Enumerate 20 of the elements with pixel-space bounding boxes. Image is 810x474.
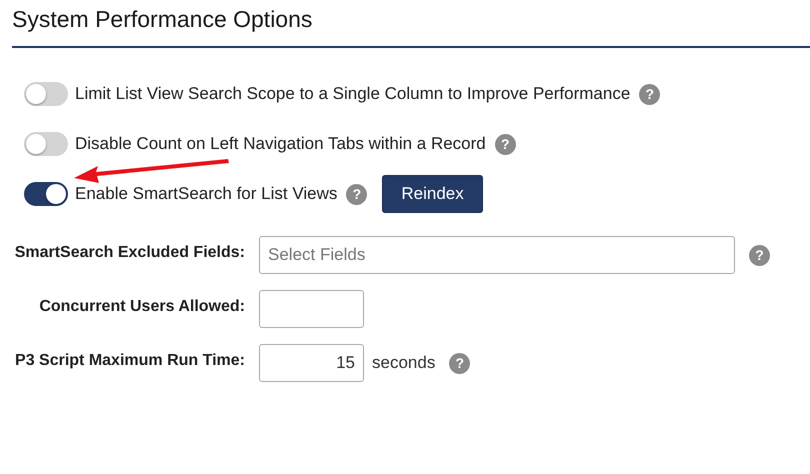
unit-label: seconds (372, 353, 436, 373)
help-icon[interactable]: ? (494, 134, 516, 154)
toggle-label: Limit List View Search Scope to a Single Column to Improve Performance (75, 84, 630, 104)
toggle-switch[interactable] (24, 82, 68, 106)
field-label: P3 Script Maximum Run Time: (14, 351, 245, 371)
help-icon[interactable]: ? (346, 184, 368, 204)
help-icon[interactable]: ? (449, 352, 470, 374)
toggle-switch[interactable] (24, 182, 68, 206)
field-label: Concurrent Users Allowed: (38, 297, 245, 317)
input-field[interactable]: 15 (259, 344, 364, 382)
toggle-label: Enable SmartSearch for List Views (75, 184, 338, 204)
section-title: System Performance Options (12, 6, 314, 33)
input-field[interactable] (259, 290, 364, 328)
reindex-button[interactable]: Reindex (382, 175, 483, 213)
toggle-switch[interactable] (24, 132, 68, 156)
toggle-label: Disable Count on Left Navigation Tabs within a Record (75, 134, 486, 154)
field-label: SmartSearch Excluded Fields: (14, 243, 245, 263)
help-icon[interactable]: ? (749, 244, 770, 266)
help-icon[interactable]: ? (639, 84, 660, 104)
input-field[interactable]: Select Fields (259, 236, 735, 274)
